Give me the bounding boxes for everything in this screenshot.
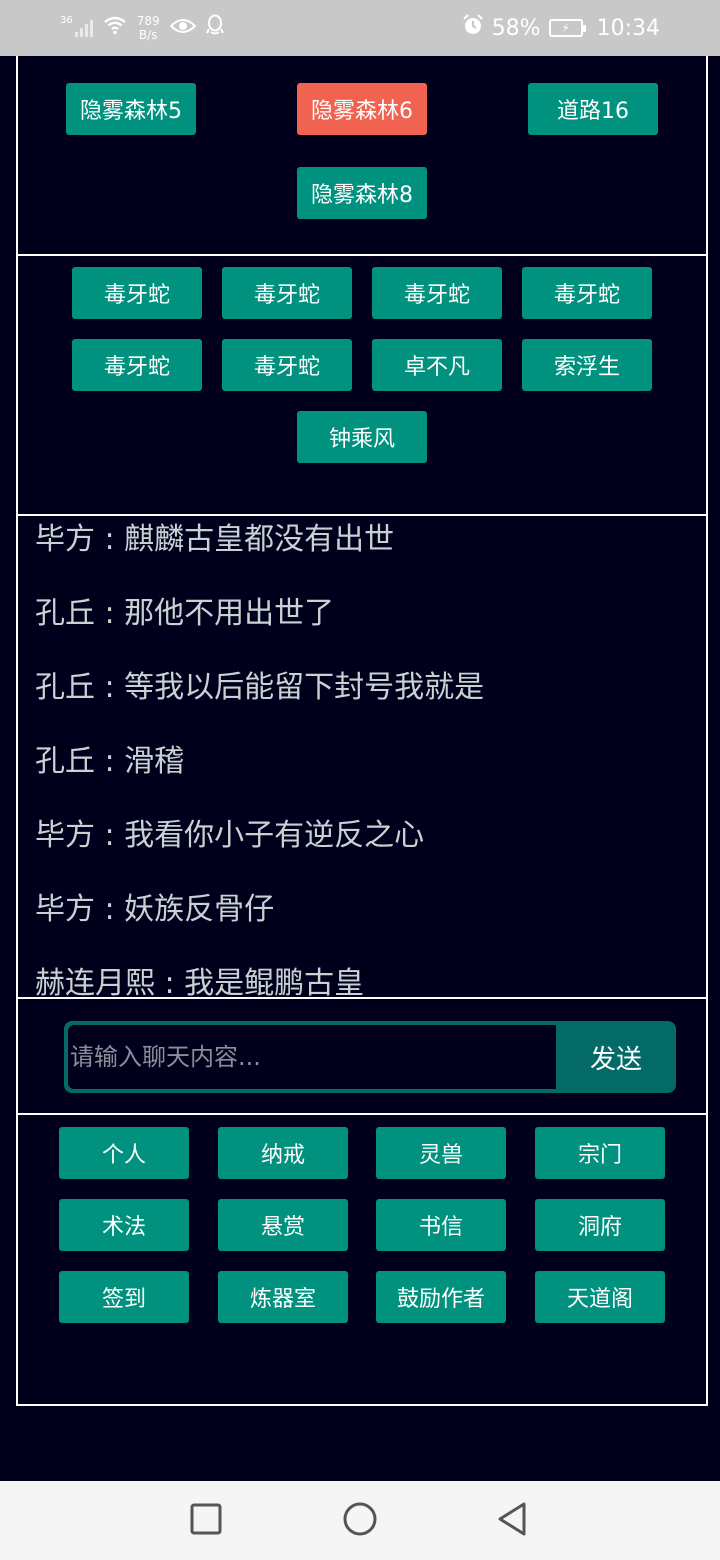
location-button-4[interactable]: 隐雾森林8 <box>297 167 427 219</box>
status-bar: 36 789 B/s 58% ⚡ 10:34 <box>0 0 720 56</box>
qq-icon <box>205 14 224 42</box>
npc-button[interactable]: 毒牙蛇 <box>72 267 202 319</box>
net-speed: 789 B/s <box>137 14 160 42</box>
menu-button-cave[interactable]: 洞府 <box>535 1199 665 1251</box>
menu-button-support-author[interactable]: 鼓励作者 <box>376 1271 506 1323</box>
wifi-icon <box>103 15 127 41</box>
chat-message: 毕方 : 麒麟古皇都没有出世 <box>35 522 395 557</box>
menu-button-profile[interactable]: 个人 <box>59 1127 189 1179</box>
eye-icon <box>169 16 197 41</box>
menu-button-pavilion[interactable]: 天道阁 <box>535 1271 665 1323</box>
chat-message: 毕方 : 妖族反骨仔 <box>35 892 275 927</box>
location-panel: 隐雾森林5 隐雾森林6 道路16 隐雾森林8 <box>16 56 708 256</box>
net-speed-unit: B/s <box>138 28 158 42</box>
home-icon[interactable] <box>340 1499 380 1539</box>
send-button[interactable]: 发送 <box>556 1021 676 1093</box>
alarm-icon <box>462 14 484 42</box>
menu-button-mail[interactable]: 书信 <box>376 1199 506 1251</box>
npc-button[interactable]: 索浮生 <box>522 339 652 391</box>
battery-percent: 58% <box>491 15 541 41</box>
recent-apps-icon[interactable] <box>186 1499 226 1539</box>
chat-input-container: 发送 <box>64 1021 676 1093</box>
npc-button[interactable]: 毒牙蛇 <box>72 339 202 391</box>
location-button-1[interactable]: 隐雾森林5 <box>66 83 196 135</box>
signal-icon <box>74 19 93 37</box>
chat-message: 孔丘 : 等我以后能留下封号我就是 <box>35 670 485 705</box>
back-icon[interactable] <box>494 1499 534 1539</box>
battery-icon: ⚡ <box>548 19 586 37</box>
menu-button-skills[interactable]: 术法 <box>59 1199 189 1251</box>
menu-button-sect[interactable]: 宗门 <box>535 1127 665 1179</box>
npc-button[interactable]: 毒牙蛇 <box>522 267 652 319</box>
network-type: 36 <box>60 14 73 26</box>
npc-button[interactable]: 毒牙蛇 <box>222 339 352 391</box>
chat-input-panel: 发送 <box>16 997 708 1115</box>
location-button-3[interactable]: 道路16 <box>528 83 658 135</box>
clock: 10:34 <box>596 15 660 41</box>
navigation-bar <box>0 1481 720 1560</box>
menu-button-forge[interactable]: 炼器室 <box>218 1271 348 1323</box>
npc-button[interactable]: 钟乘风 <box>297 411 427 463</box>
chat-message: 毕方 : 我看你小子有逆反之心 <box>35 818 425 853</box>
status-right: 58% ⚡ 10:34 <box>462 10 660 46</box>
chat-message: 孔丘 : 滑稽 <box>35 744 185 779</box>
chat-message: 孔丘 : 那他不用出世了 <box>35 596 335 631</box>
chat-log[interactable]: 毕方 : 麒麟古皇都没有出世 孔丘 : 那他不用出世了 孔丘 : 等我以后能留下… <box>16 514 708 999</box>
chat-input[interactable] <box>68 1025 556 1089</box>
npc-panel: 毒牙蛇 毒牙蛇 毒牙蛇 毒牙蛇 毒牙蛇 毒牙蛇 卓不凡 索浮生 钟乘风 <box>16 254 708 516</box>
npc-button[interactable]: 卓不凡 <box>372 339 502 391</box>
main-menu: 个人 纳戒 灵兽 宗门 术法 悬赏 书信 洞府 签到 炼器室 鼓励作者 天道阁 <box>16 1113 708 1406</box>
net-speed-value: 789 <box>136 14 160 28</box>
npc-button[interactable]: 毒牙蛇 <box>372 267 502 319</box>
menu-button-ring[interactable]: 纳戒 <box>218 1127 348 1179</box>
menu-button-bounty[interactable]: 悬赏 <box>218 1199 348 1251</box>
npc-button[interactable]: 毒牙蛇 <box>222 267 352 319</box>
menu-button-checkin[interactable]: 签到 <box>59 1271 189 1323</box>
menu-button-pets[interactable]: 灵兽 <box>376 1127 506 1179</box>
location-button-current[interactable]: 隐雾森林6 <box>297 83 427 135</box>
chat-message: 赫连月熙 : 我是鲲鹏古皇 <box>35 966 365 999</box>
status-left: 36 789 B/s <box>60 10 224 46</box>
